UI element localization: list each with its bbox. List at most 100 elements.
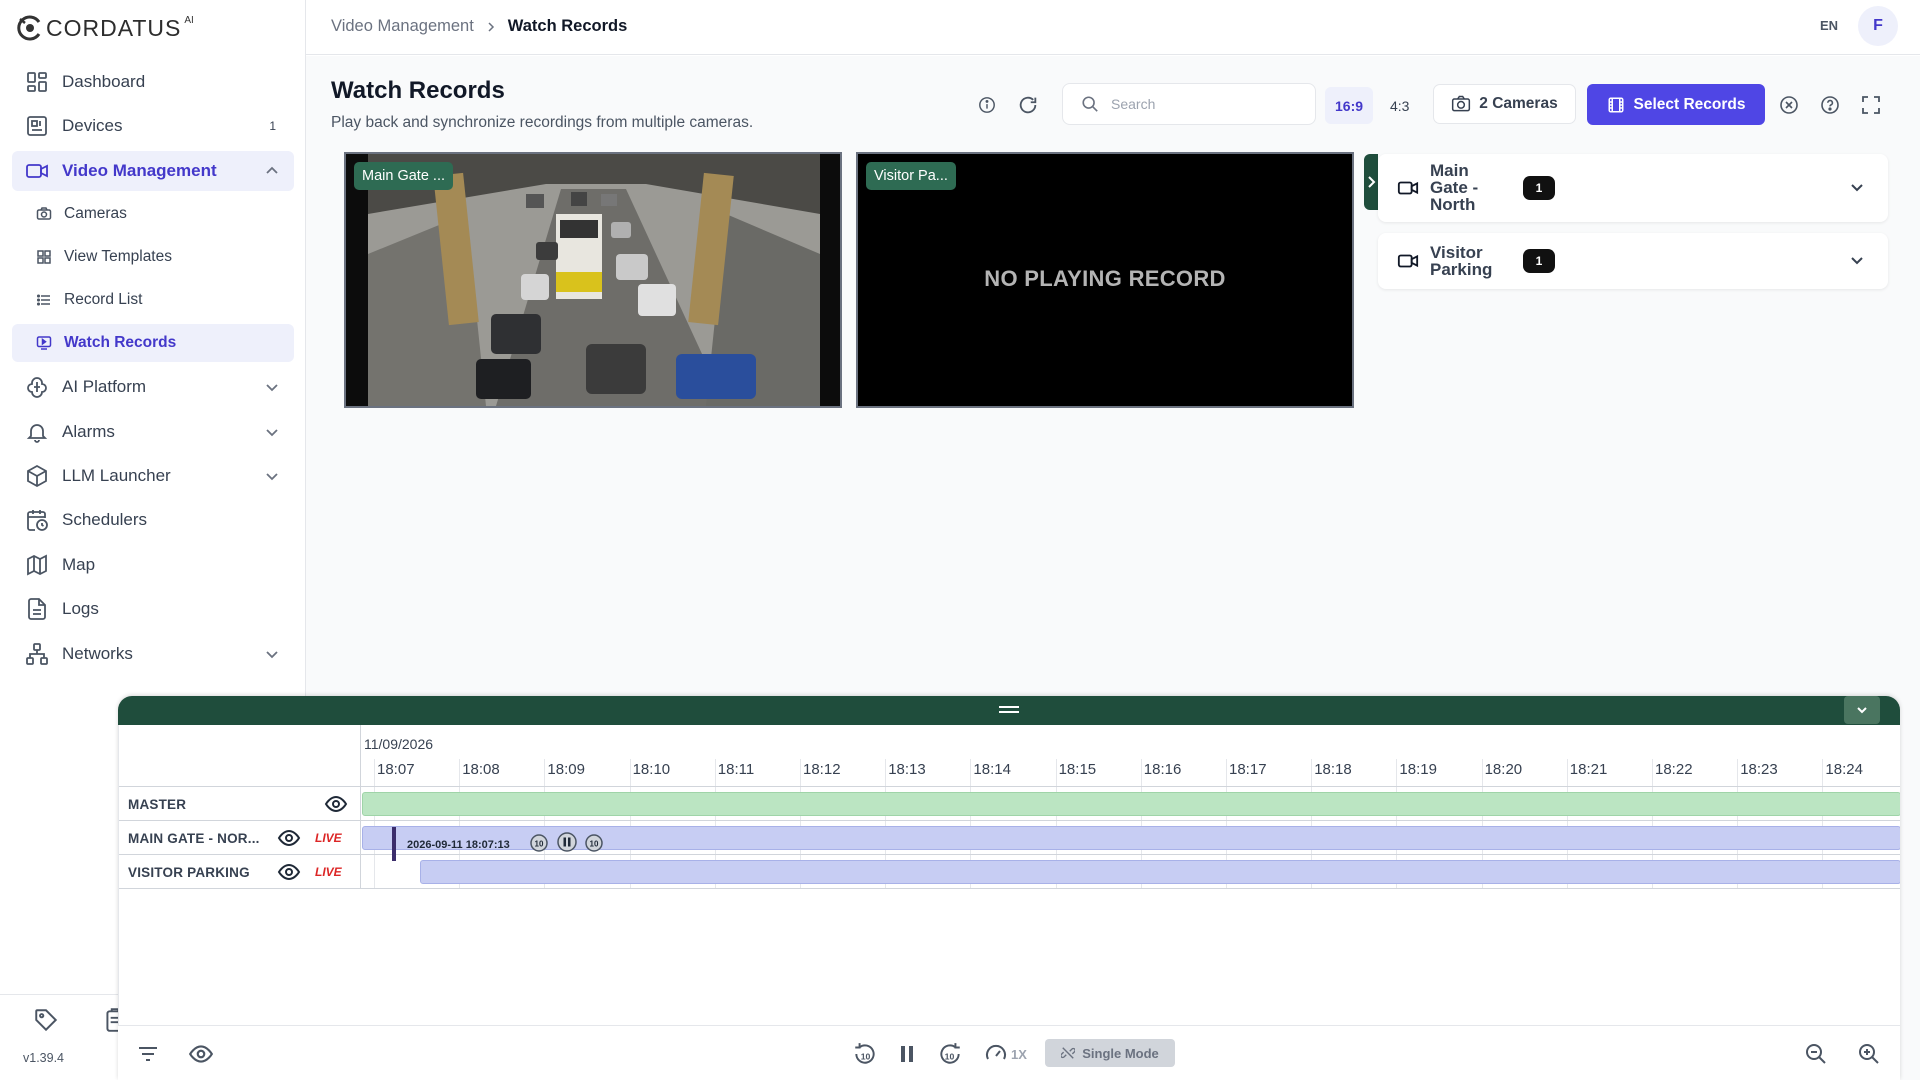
sidebar-subitem-cameras[interactable]: Cameras xyxy=(12,195,294,233)
film-icon xyxy=(1607,96,1625,114)
sidebar-subitem-label: Record List xyxy=(64,291,143,309)
sidebar-item-alarms[interactable]: Alarms xyxy=(12,412,294,452)
sidebar-item-video-management[interactable]: Video Management xyxy=(12,150,294,191)
sidebar-item-llm-launcher[interactable]: LLM Launcher xyxy=(12,456,294,496)
chevron-up-icon[interactable] xyxy=(264,163,280,179)
visitor-parking-track-bar[interactable] xyxy=(420,860,1900,884)
camera-card-main-gate[interactable]: Main Gate - North 1 xyxy=(1378,154,1888,222)
filter-icon[interactable] xyxy=(134,1040,162,1068)
camera-card-name: Main Gate - North xyxy=(1430,161,1479,214)
camera-card-name: Visitor Parking xyxy=(1430,243,1493,279)
master-track-bar[interactable] xyxy=(362,792,1900,816)
playback-speed-value: 1X xyxy=(1011,1046,1027,1062)
ratio-4-3-button[interactable]: 4:3 xyxy=(1380,87,1419,124)
sidebar-item-label: Map xyxy=(62,554,96,574)
user-avatar[interactable]: F xyxy=(1858,6,1898,46)
single-mode-button[interactable]: Single Mode xyxy=(1045,1039,1175,1067)
timeline-header-bar[interactable] xyxy=(118,696,1900,725)
live-badge: LIVE xyxy=(315,865,342,879)
page-title: Watch Records xyxy=(331,77,505,104)
timeline-tick-label: 18:20 xyxy=(1484,761,1523,778)
chevron-down-icon[interactable] xyxy=(264,379,280,395)
refresh-icon[interactable] xyxy=(1014,91,1042,119)
video-icon xyxy=(24,158,50,184)
zoom-out-icon[interactable] xyxy=(1802,1040,1830,1068)
collapse-timeline-button[interactable] xyxy=(1844,696,1880,724)
rewind-10-icon[interactable]: 10 xyxy=(851,1040,879,1068)
sidebar-item-networks[interactable]: Networks xyxy=(12,634,294,674)
fullscreen-icon[interactable] xyxy=(1857,91,1885,119)
sidebar-item-map[interactable]: Map xyxy=(12,545,294,585)
select-records-button[interactable]: Select Records xyxy=(1587,84,1765,125)
sidebar-item-devices[interactable]: Devices 1 xyxy=(12,106,294,146)
forward-10-icon[interactable]: 10 xyxy=(583,831,605,853)
help-icon[interactable] xyxy=(1816,91,1844,119)
map-icon xyxy=(24,552,50,578)
chevron-down-icon[interactable] xyxy=(1848,251,1866,269)
playhead-timestamp: 2026-09-11 18:07:13 xyxy=(407,839,510,851)
sidebar-subitem-view-templates[interactable]: View Templates xyxy=(12,238,294,276)
single-mode-label: Single Mode xyxy=(1082,1045,1159,1061)
chevron-down-icon[interactable] xyxy=(264,468,280,484)
ratio-16-9-button[interactable]: 16:9 xyxy=(1325,87,1374,124)
video-tile-main-gate[interactable]: Main Gate ... xyxy=(344,152,842,408)
timeline-tick-label: 18:07 xyxy=(377,761,415,778)
devices-icon xyxy=(24,113,50,139)
sidebar-subitem-label: Cameras xyxy=(64,205,127,223)
eye-icon[interactable] xyxy=(277,860,301,884)
rewind-10-icon[interactable]: 10 xyxy=(528,831,550,853)
video-tile-visitor-parking[interactable]: Visitor Pa... NO PLAYING RECORD xyxy=(856,152,1354,408)
timeline-tick-label: 18:11 xyxy=(717,761,755,778)
eye-icon[interactable] xyxy=(324,792,348,816)
zoom-in-icon[interactable] xyxy=(1855,1040,1883,1068)
playback-speed-control[interactable]: 1X xyxy=(984,1040,1034,1068)
row-name: MASTER xyxy=(128,797,187,812)
eye-icon[interactable] xyxy=(277,826,301,850)
sidebar-item-dashboard[interactable]: Dashboard xyxy=(12,62,294,102)
eye-icon[interactable] xyxy=(187,1040,215,1068)
speedometer-icon xyxy=(986,1044,1006,1060)
sidebar-subitem-label: Watch Records xyxy=(64,334,177,352)
panel-toggle-handle[interactable] xyxy=(1364,154,1378,210)
tag-icon[interactable] xyxy=(33,1007,59,1033)
svg-text:10: 10 xyxy=(861,1051,871,1061)
chevron-down-icon[interactable] xyxy=(264,424,280,440)
sidebar-item-ai-platform[interactable]: AI Platform xyxy=(12,367,294,407)
document-icon xyxy=(24,596,50,622)
sidebar-item-logs[interactable]: Logs xyxy=(12,589,294,629)
timeline-tick-label: 18:23 xyxy=(1740,761,1778,778)
tile-camera-label: Main Gate ... xyxy=(354,162,454,190)
sidebar-item-schedulers[interactable]: Schedulers xyxy=(12,500,294,540)
forward-10-icon[interactable]: 10 xyxy=(936,1040,964,1068)
language-selector[interactable]: EN xyxy=(1820,18,1838,33)
calendar-clock-icon xyxy=(24,507,50,533)
brand-sup: AI xyxy=(184,14,194,26)
sidebar-item-label: Schedulers xyxy=(62,510,148,530)
chevron-right-icon xyxy=(486,21,496,32)
search-box[interactable] xyxy=(1062,83,1316,125)
sidebar-subitem-watch-records[interactable]: Watch Records xyxy=(12,324,294,363)
playhead-cursor[interactable] xyxy=(392,827,396,861)
camera-card-visitor-parking[interactable]: Visitor Parking 1 xyxy=(1378,233,1888,289)
brand-logo[interactable]: CORDATUS AI xyxy=(16,13,194,43)
chevron-down-icon[interactable] xyxy=(264,646,280,662)
close-circle-icon[interactable] xyxy=(1775,91,1803,119)
chevron-down-icon[interactable] xyxy=(1848,178,1866,196)
camera-icon xyxy=(1451,94,1471,114)
camera-record-count: 1 xyxy=(1523,249,1555,273)
sidebar-subitem-record-list[interactable]: Record List xyxy=(12,281,294,319)
breadcrumb: Video Management Watch Records xyxy=(331,17,627,36)
search-input[interactable] xyxy=(1111,96,1291,112)
cameras-button[interactable]: 2 Cameras xyxy=(1433,84,1576,124)
pause-icon[interactable] xyxy=(893,1040,921,1068)
video-camera-icon xyxy=(1397,177,1419,199)
pause-icon[interactable] xyxy=(556,831,578,853)
cube-icon xyxy=(24,463,50,489)
info-icon[interactable] xyxy=(973,91,1001,119)
breadcrumb-video-management[interactable]: Video Management xyxy=(331,17,474,36)
timeline-tick-label: 18:22 xyxy=(1655,761,1693,778)
timeline-tick-label: 18:16 xyxy=(1143,761,1182,778)
drag-handle-icon[interactable] xyxy=(999,705,1019,715)
live-badge: LIVE xyxy=(315,831,342,845)
timeline-tick-label: 18:09 xyxy=(547,761,585,778)
